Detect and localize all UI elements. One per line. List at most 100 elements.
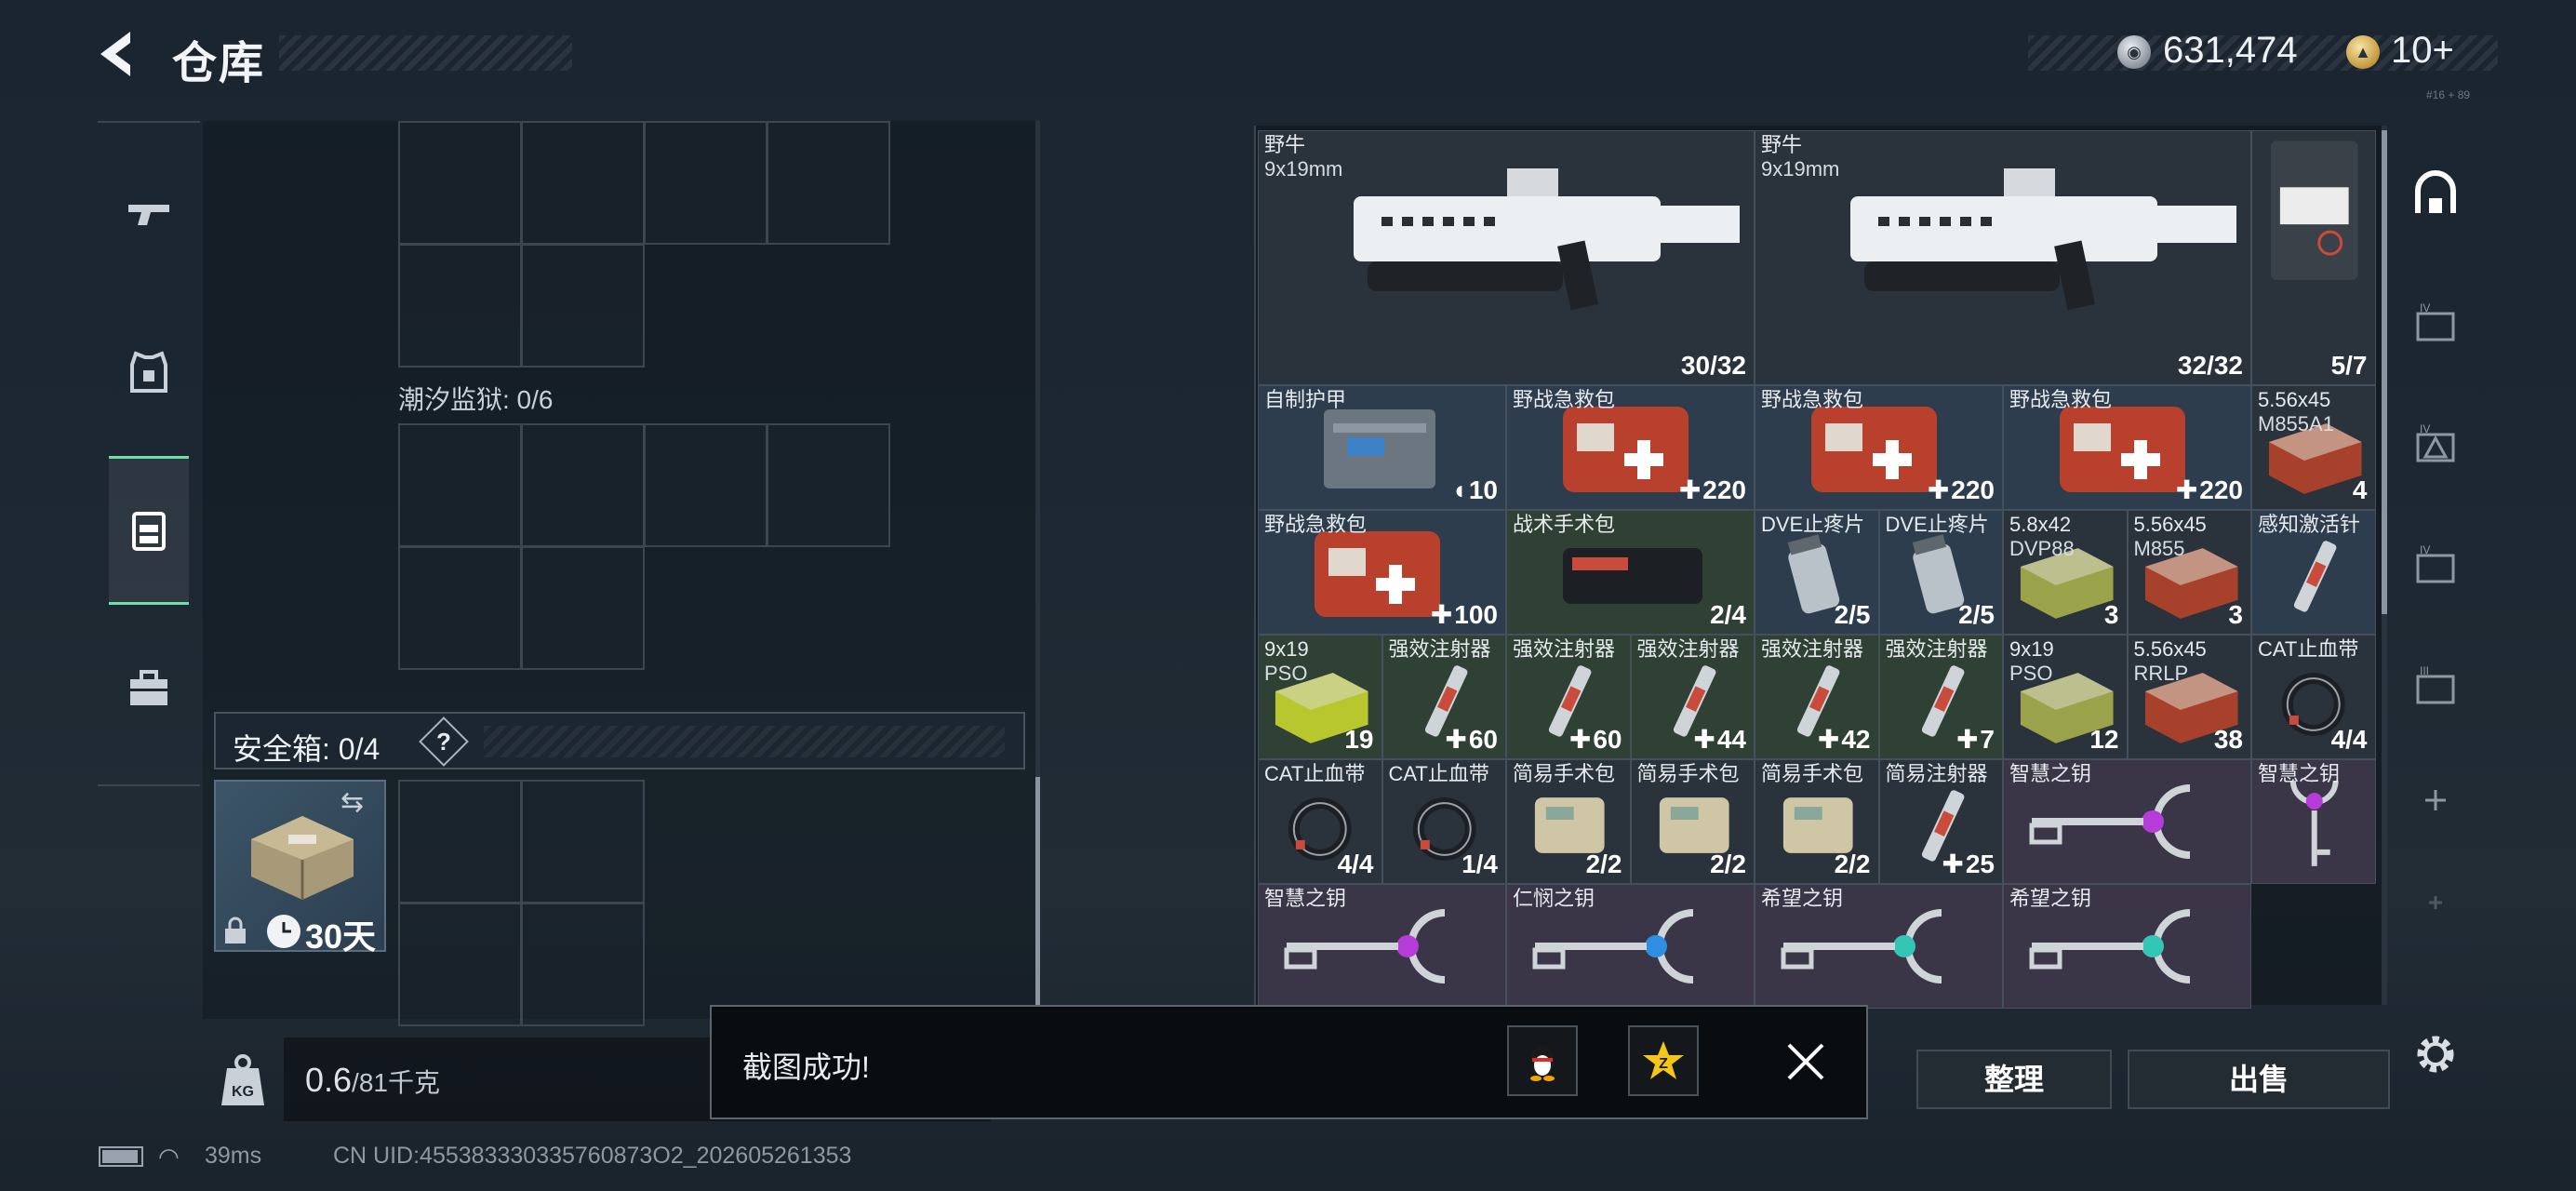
item-count-value: 100 bbox=[1454, 600, 1498, 629]
item-name: 野战急救包 bbox=[2009, 388, 2113, 411]
grid-slot[interactable] bbox=[398, 423, 522, 547]
storage-item[interactable]: 9x19 PSO 12 bbox=[2003, 635, 2128, 759]
storage-item[interactable]: 战术手术包 2/4 bbox=[1506, 510, 1755, 635]
item-name: 战术手术包 bbox=[1513, 513, 1616, 536]
close-icon[interactable] bbox=[1782, 1037, 1830, 1086]
svg-text:IV: IV bbox=[2420, 422, 2430, 435]
storage-item[interactable]: 简易手术包 2/2 bbox=[1755, 759, 1879, 884]
swap-icon[interactable]: ⇆ bbox=[340, 786, 364, 819]
sort-button[interactable]: 整理 bbox=[1916, 1050, 2112, 1109]
item-count: ✚42 bbox=[1818, 724, 1871, 755]
storage-item[interactable]: 野战急救包 ✚220 bbox=[1755, 385, 2003, 510]
tab-storage-3[interactable]: III bbox=[2398, 651, 2473, 726]
storage-item[interactable]: 野牛 9x19mm 30/32 bbox=[1258, 130, 1755, 385]
storage-item[interactable]: 自制护甲 ◖10 bbox=[1258, 385, 1506, 510]
grid-slot[interactable] bbox=[521, 121, 645, 245]
storage-item[interactable]: 简易手术包 2/2 bbox=[1630, 759, 1755, 884]
item-name: 强效注射器 bbox=[1761, 637, 1864, 661]
item-name: 希望之钥 bbox=[1761, 887, 1844, 910]
storage-item[interactable]: 5.56x45 M855 3 bbox=[2127, 510, 2251, 635]
item-count-value: 5/7 bbox=[2330, 351, 2368, 380]
storage-item[interactable]: DVE止疼片 2/5 bbox=[1755, 510, 1879, 635]
storage-item[interactable]: 强效注射器 ✚60 bbox=[1381, 635, 1506, 759]
item-count: ✚220 bbox=[1928, 475, 1995, 505]
storage-item[interactable]: 9x19 PSO 19 bbox=[1258, 635, 1382, 759]
grid-slot[interactable] bbox=[521, 244, 645, 368]
rail-backpack[interactable] bbox=[109, 456, 189, 605]
storage-item[interactable]: 5.56x45 M855A1 4 bbox=[2251, 385, 2376, 510]
rail-weapons[interactable] bbox=[109, 140, 189, 288]
storage-item[interactable]: 智慧之钥 bbox=[2003, 759, 2251, 884]
storage-item[interactable]: CAT止血带 4/4 bbox=[1258, 759, 1382, 884]
item-count: ✚220 bbox=[1679, 475, 1746, 505]
heal-plus-icon: ✚ bbox=[2175, 475, 2198, 504]
storage-item[interactable]: DVE止疼片 2/5 bbox=[1878, 510, 2003, 635]
grid-slot[interactable] bbox=[767, 423, 890, 547]
item-count-value: 2/2 bbox=[1834, 850, 1871, 878]
item-count: 1/4 bbox=[1462, 850, 1498, 879]
storage-item[interactable]: 智慧之钥 bbox=[1258, 884, 1506, 1009]
storage-item[interactable]: 野战急救包 ✚220 bbox=[1506, 385, 1755, 510]
item-count-value: 2/4 bbox=[1710, 600, 1746, 629]
storage-item[interactable]: 简易注射器 ✚25 bbox=[1878, 759, 2003, 884]
grid-slot[interactable] bbox=[398, 546, 522, 670]
storage-item[interactable]: 野战急救包 ✚100 bbox=[1258, 510, 1506, 635]
sell-button[interactable]: 出售 bbox=[2128, 1050, 2390, 1109]
storage-item[interactable]: 野战急救包 ✚220 bbox=[2003, 385, 2251, 510]
grid-slot[interactable] bbox=[644, 121, 767, 245]
storage-item[interactable]: CAT止血带 1/4 bbox=[1381, 759, 1506, 884]
storage-item[interactable]: 强效注射器 ✚44 bbox=[1630, 635, 1755, 759]
item-count: 4 bbox=[2353, 475, 2368, 505]
storage-item[interactable]: 智慧之钥 bbox=[2251, 759, 2376, 884]
weight-value: 0.6 bbox=[305, 1061, 353, 1099]
heal-plus-icon: ✚ bbox=[1568, 725, 1592, 754]
storage-item[interactable]: 5/7 bbox=[2251, 130, 2376, 385]
tab-storage-4b[interactable]: IV bbox=[2398, 409, 2473, 484]
add-storage-button-2[interactable] bbox=[2398, 865, 2473, 940]
safe-grid-slot[interactable] bbox=[521, 903, 645, 1026]
battery-level bbox=[102, 1150, 138, 1163]
storage-box-icon: IV bbox=[2416, 543, 2455, 583]
grid-slot[interactable] bbox=[521, 423, 645, 547]
safe-grid-slot[interactable] bbox=[398, 780, 522, 903]
left-scroll-thumb[interactable] bbox=[1035, 777, 1040, 1010]
safe-grid-slot[interactable] bbox=[521, 780, 645, 903]
gear-icon[interactable] bbox=[2409, 1028, 2462, 1080]
item-count: 32/32 bbox=[2178, 351, 2243, 381]
storage-item[interactable]: 强效注射器 ✚7 bbox=[1878, 635, 2003, 759]
storage-item[interactable]: 强效注射器 ✚42 bbox=[1755, 635, 1879, 759]
item-caliber: PSO bbox=[2009, 662, 2053, 685]
back-arrow-icon[interactable] bbox=[93, 28, 149, 80]
storage-item[interactable]: 希望之钥 bbox=[1755, 884, 2003, 1009]
storage-item[interactable]: 5.56x45 RRLP 38 bbox=[2127, 635, 2251, 759]
rail-armor[interactable] bbox=[109, 298, 189, 447]
grid-slot[interactable] bbox=[398, 121, 522, 245]
storage-item[interactable]: CAT止血带 4/4 bbox=[2251, 635, 2376, 759]
tab-storage-4c[interactable]: IV bbox=[2398, 530, 2473, 605]
item-caliber: M855 bbox=[2133, 537, 2185, 560]
storage-item[interactable]: 5.8x42 DVP88 3 bbox=[2003, 510, 2128, 635]
gold-amount[interactable]: 10+ bbox=[2391, 30, 2454, 72]
storage-item[interactable]: 仁悯之钥 bbox=[1506, 884, 1755, 1009]
storage-item[interactable]: 简易手术包 2/2 bbox=[1506, 759, 1631, 884]
storage-item[interactable]: 希望之钥 bbox=[2003, 884, 2251, 1009]
item-count-value: 2/5 bbox=[1958, 600, 1995, 629]
share-qzone-button[interactable]: Z bbox=[1628, 1025, 1699, 1096]
storage-scroll-thumb[interactable] bbox=[2382, 130, 2387, 614]
grid-slot[interactable] bbox=[644, 423, 767, 547]
help-glyph: ? bbox=[436, 728, 451, 756]
item-name: 9x19 bbox=[1264, 637, 1309, 661]
safe-grid-slot[interactable] bbox=[398, 903, 522, 1026]
silver-amount[interactable]: 631,474 bbox=[2163, 30, 2298, 72]
rail-toolbox[interactable] bbox=[109, 614, 189, 763]
grid-slot[interactable] bbox=[398, 244, 522, 368]
tab-all-storage[interactable] bbox=[2398, 158, 2473, 233]
storage-item[interactable]: 感知激活针 bbox=[2251, 510, 2376, 635]
grid-slot[interactable] bbox=[521, 546, 645, 670]
grid-slot[interactable] bbox=[767, 121, 890, 245]
add-storage-button[interactable] bbox=[2398, 763, 2473, 837]
storage-item[interactable]: 野牛 9x19mm 32/32 bbox=[1755, 130, 2251, 385]
share-qq-button[interactable] bbox=[1507, 1025, 1578, 1096]
storage-item[interactable]: 强效注射器 ✚60 bbox=[1506, 635, 1631, 759]
tab-storage-4a[interactable]: IV bbox=[2398, 288, 2473, 363]
